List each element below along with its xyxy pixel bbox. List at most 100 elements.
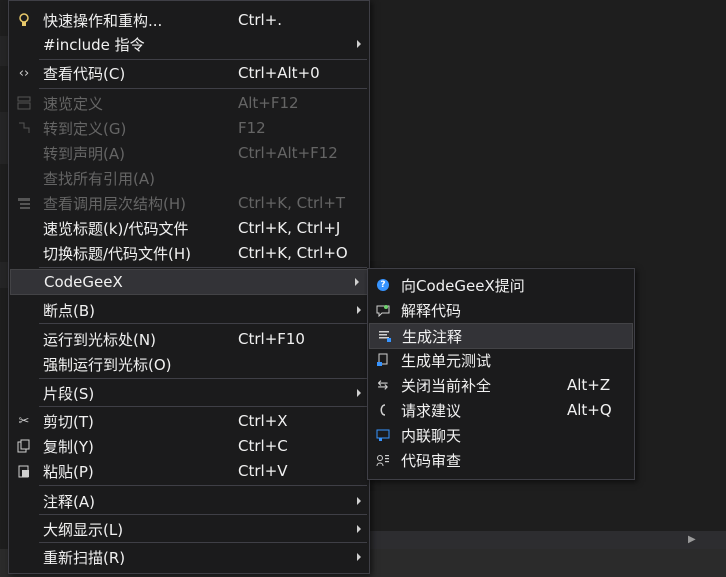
menu-item-comment[interactable]: 注释(A) bbox=[9, 489, 369, 513]
menu-item-label: 代码审查 bbox=[401, 451, 462, 470]
inline-chat-icon bbox=[374, 426, 392, 444]
menu-item-label: 关闭当前补全 bbox=[401, 376, 492, 395]
menu-item-codegeex[interactable]: CodeGeeX bbox=[10, 269, 368, 295]
menu-item-breakpoint[interactable]: 断点(B) bbox=[9, 298, 369, 322]
menu-item-find-all-references[interactable]: 查找所有引用(A) bbox=[9, 166, 369, 190]
menu-item-view-code[interactable]: ‹› 查看代码(C) Ctrl+Alt+0 bbox=[9, 61, 369, 85]
menu-separator bbox=[39, 323, 367, 324]
menu-item-label: 片段(S) bbox=[43, 384, 95, 403]
menu-separator bbox=[39, 267, 367, 268]
menu-item-shortcut: Ctrl+. bbox=[238, 11, 283, 29]
menu-item-call-hierarchy[interactable]: 查看调用层次结构(H) Ctrl+K, Ctrl+T bbox=[9, 191, 369, 215]
menu-item-shortcut: Alt+Z bbox=[567, 376, 611, 394]
call-hierarchy-icon bbox=[15, 194, 33, 212]
menu-item-label: 运行到光标处(N) bbox=[43, 330, 156, 349]
swap-arrows-icon: ⇆ bbox=[377, 377, 389, 393]
submenu-arrow-icon bbox=[357, 525, 361, 533]
menu-item-goto-definition[interactable]: 转到定义(G) F12 bbox=[9, 116, 369, 140]
lightbulb-icon bbox=[15, 11, 33, 29]
menu-item-label: 注释(A) bbox=[43, 492, 95, 511]
menu-item-label: 转到定义(G) bbox=[43, 119, 127, 138]
menu-item-force-run-to-cursor[interactable]: 强制运行到光标(O) bbox=[9, 352, 369, 376]
menu-item-label: 快速操作和重构... bbox=[43, 11, 163, 30]
code-brackets-icon: ‹› bbox=[18, 65, 30, 81]
generate-comment-icon bbox=[376, 327, 394, 345]
submenu-item-ask-codegeex[interactable]: ? 向CodeGeeX提问 bbox=[368, 273, 634, 297]
submenu-item-request-suggestion[interactable]: 请求建议 Alt+Q bbox=[368, 398, 634, 422]
menu-item-peek-header[interactable]: 速览标题(k)/代码文件 Ctrl+K, Ctrl+J bbox=[9, 216, 369, 240]
menu-item-label: 切换标题/代码文件(H) bbox=[43, 244, 192, 263]
menu-item-label: 生成单元测试 bbox=[401, 351, 492, 370]
scroll-right-arrow-icon[interactable]: ▶ bbox=[688, 534, 700, 546]
menu-item-label: 速览定义 bbox=[43, 94, 104, 113]
menu-item-goto-declaration[interactable]: 转到声明(A) Ctrl+Alt+F12 bbox=[9, 141, 369, 165]
menu-item-include-directive[interactable]: #include 指令 bbox=[9, 32, 369, 56]
menu-item-label: 速览标题(k)/代码文件 bbox=[43, 219, 189, 238]
menu-item-label: 剪切(T) bbox=[43, 412, 94, 431]
menu-separator bbox=[39, 378, 367, 379]
scissors-icon: ✂ bbox=[18, 413, 30, 429]
explain-code-icon bbox=[374, 301, 392, 319]
submenu-arrow-icon bbox=[357, 389, 361, 397]
menu-item-rescan[interactable]: 重新扫描(R) bbox=[9, 545, 369, 569]
submenu-arrow-icon bbox=[357, 497, 361, 505]
menu-item-shortcut: Ctrl+C bbox=[238, 437, 288, 455]
menu-item-label: 大纲显示(L) bbox=[43, 520, 124, 539]
menu-item-label: CodeGeeX bbox=[44, 273, 123, 291]
menu-item-shortcut: Alt+F12 bbox=[238, 94, 299, 112]
menu-item-paste[interactable]: 粘贴(P) Ctrl+V bbox=[9, 459, 369, 483]
codegeex-submenu: ? 向CodeGeeX提问 解释代码 生成注释 生成单元测试 ⇆ 关闭当前补全 … bbox=[367, 268, 635, 480]
menu-item-label: 解释代码 bbox=[401, 301, 462, 320]
menu-item-label: 粘贴(P) bbox=[43, 462, 94, 481]
menu-separator bbox=[39, 514, 367, 515]
submenu-item-code-review[interactable]: 代码审查 bbox=[368, 448, 634, 472]
submenu-arrow-icon bbox=[355, 278, 359, 286]
menu-item-toggle-header[interactable]: 切换标题/代码文件(H) Ctrl+K, Ctrl+O bbox=[9, 241, 369, 265]
menu-separator bbox=[39, 542, 367, 543]
menu-item-shortcut: Ctrl+V bbox=[238, 462, 288, 480]
menu-item-shortcut: Ctrl+Alt+0 bbox=[238, 64, 320, 82]
menu-item-label: 复制(Y) bbox=[43, 437, 94, 456]
menu-item-shortcut: Ctrl+Alt+F12 bbox=[238, 144, 338, 162]
submenu-item-generate-comment[interactable]: 生成注释 bbox=[369, 323, 633, 349]
submenu-item-inline-chat[interactable]: 内联聊天 bbox=[368, 423, 634, 447]
goto-definition-icon bbox=[15, 119, 33, 137]
unit-test-icon bbox=[374, 351, 392, 369]
submenu-item-generate-unit-test[interactable]: 生成单元测试 bbox=[368, 348, 634, 372]
menu-separator bbox=[39, 59, 367, 60]
submenu-arrow-icon bbox=[357, 40, 361, 48]
menu-item-snippets[interactable]: 片段(S) bbox=[9, 381, 369, 405]
menu-item-label: 查看代码(C) bbox=[43, 64, 126, 83]
menu-item-shortcut: Ctrl+X bbox=[238, 412, 288, 430]
menu-item-cut[interactable]: ✂ 剪切(T) Ctrl+X bbox=[9, 409, 369, 433]
menu-item-shortcut: Ctrl+K, Ctrl+T bbox=[238, 194, 346, 212]
menu-item-copy[interactable]: 复制(Y) Ctrl+C bbox=[9, 434, 369, 458]
menu-item-peek-definition[interactable]: 速览定义 Alt+F12 bbox=[9, 91, 369, 115]
menu-item-label: #include 指令 bbox=[43, 35, 145, 54]
submenu-arrow-icon bbox=[357, 306, 361, 314]
menu-separator bbox=[39, 406, 367, 407]
menu-item-quick-actions[interactable]: 快速操作和重构... Ctrl+. bbox=[9, 8, 369, 32]
menu-item-label: 查看调用层次结构(H) bbox=[43, 194, 186, 213]
menu-item-shortcut: Ctrl+F10 bbox=[238, 330, 305, 348]
context-menu: 快速操作和重构... Ctrl+. #include 指令 ‹› 查看代码(C)… bbox=[8, 0, 370, 574]
submenu-item-explain-code[interactable]: 解释代码 bbox=[368, 298, 634, 322]
menu-separator bbox=[39, 88, 367, 89]
suggest-icon bbox=[374, 401, 392, 419]
menu-item-shortcut: Ctrl+K, Ctrl+J bbox=[238, 219, 341, 237]
code-review-icon bbox=[374, 451, 392, 469]
horizontal-scrollbar[interactable] bbox=[370, 531, 726, 549]
copy-icon bbox=[15, 437, 33, 455]
menu-item-shortcut: Ctrl+K, Ctrl+O bbox=[238, 244, 348, 262]
help-circle-icon: ? bbox=[374, 276, 392, 294]
submenu-item-close-completion[interactable]: ⇆ 关闭当前补全 Alt+Z bbox=[368, 373, 634, 397]
menu-item-run-to-cursor[interactable]: 运行到光标处(N) Ctrl+F10 bbox=[9, 327, 369, 351]
menu-item-label: 向CodeGeeX提问 bbox=[401, 276, 525, 295]
menu-item-outlining[interactable]: 大纲显示(L) bbox=[9, 517, 369, 541]
menu-separator bbox=[39, 485, 367, 486]
menu-item-label: 请求建议 bbox=[401, 401, 462, 420]
menu-item-shortcut: F12 bbox=[238, 119, 266, 137]
menu-item-label: 查找所有引用(A) bbox=[43, 169, 155, 188]
menu-item-label: 转到声明(A) bbox=[43, 144, 125, 163]
paste-icon bbox=[15, 462, 33, 480]
